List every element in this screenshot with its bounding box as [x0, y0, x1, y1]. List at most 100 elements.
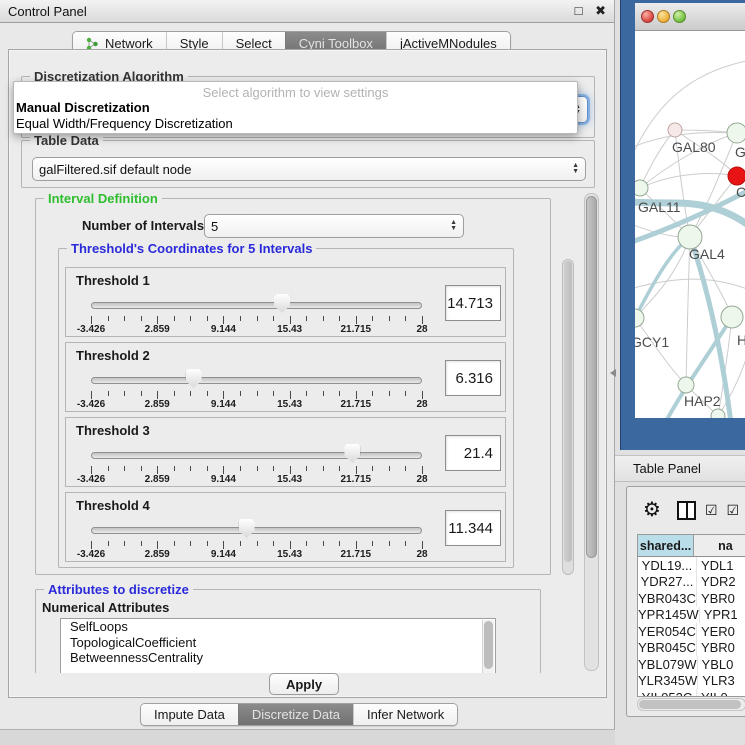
column-header-shared[interactable]: shared... [638, 535, 694, 556]
tick-mark [405, 391, 406, 396]
column-header-name[interactable]: na [694, 535, 745, 556]
tick-label: 15.43 [277, 474, 302, 485]
threshold-4-value-field[interactable]: 11.344 [445, 510, 501, 546]
threshold-1-value-field[interactable]: 14.713 [445, 285, 501, 321]
tick-label: 28 [416, 324, 427, 335]
stepper-icon: ▲▼ [450, 220, 457, 232]
split-pane-collapse-icon[interactable] [610, 369, 616, 377]
threshold-1-slider[interactable] [91, 302, 422, 309]
tick-mark [323, 391, 324, 396]
tab-impute-data[interactable]: Impute Data [141, 704, 238, 725]
threshold-3-slider-thumb[interactable] [344, 444, 360, 463]
table-row[interactable]: YBR045CYBR0 [638, 640, 745, 657]
threshold-4-slider[interactable] [91, 527, 422, 534]
threshold-2-value-field[interactable]: 6.316 [445, 360, 501, 396]
tick-mark [273, 466, 274, 471]
network-node-gcy1[interactable] [635, 309, 644, 327]
threshold-label: Threshold 3 [76, 423, 150, 438]
network-node-hap2[interactable] [678, 377, 694, 393]
tick-mark [157, 391, 158, 399]
tick-label: -3.426 [77, 549, 105, 560]
float-window-icon[interactable]: □ [575, 3, 583, 18]
cell-name: YBL0 [698, 656, 745, 673]
network-canvas[interactable]: GAL80GAGAL11CGAL4GCY1HHAP2 [635, 31, 745, 418]
minimize-traffic-light-icon[interactable] [657, 10, 670, 23]
network-node-label: GAL80 [672, 139, 716, 155]
tick-mark [223, 466, 224, 474]
node-table: shared... na YDL19...YDL1YDR27...YDR2YBR… [637, 534, 745, 697]
thresholds-scrollbar[interactable] [562, 259, 574, 575]
network-titlebar[interactable] [635, 3, 745, 31]
table-row[interactable]: YPR145WYPR1 [638, 607, 745, 624]
attribute-list-item[interactable]: TopologicalCoefficient [61, 635, 495, 651]
threshold-3-value-field[interactable]: 21.4 [445, 435, 501, 471]
threshold-4-slider-thumb[interactable] [239, 519, 255, 538]
table-row[interactable]: YER054CYER0 [638, 623, 745, 640]
attributes-list-scrollbar[interactable] [482, 620, 494, 673]
threshold-2-slider[interactable] [91, 377, 422, 384]
checkbox-checked-icon[interactable]: ☑ [705, 502, 718, 519]
table-data-combobox[interactable]: galFiltered.sif default node ▲▼ [32, 157, 586, 181]
threshold-cards: Threshold 1-3.4262.8599.14415.4321.71528… [65, 267, 506, 567]
tick-mark [223, 391, 224, 399]
network-node-gal11[interactable] [635, 180, 648, 196]
gear-icon[interactable]: ⚙ [643, 500, 661, 520]
tick-mark [124, 391, 125, 396]
tab-label: Impute Data [154, 707, 225, 722]
settings-vertical-scrollbar[interactable] [584, 193, 599, 671]
popup-option-manual-discretization[interactable]: Manual Discretization [14, 100, 577, 116]
tick-mark [124, 466, 125, 471]
tick-mark [356, 391, 357, 399]
zoom-traffic-light-icon[interactable] [673, 10, 686, 23]
network-node-gal80[interactable] [668, 123, 682, 137]
attribute-list-item[interactable]: SelfLoops [61, 619, 495, 635]
table-row[interactable]: YDL19...YDL1 [638, 557, 745, 574]
tick-label: -3.426 [77, 324, 105, 335]
apply-button[interactable]: Apply [269, 673, 339, 695]
threshold-label: Threshold 4 [76, 498, 150, 513]
table-header-row: shared... na [638, 535, 745, 557]
cell-shared-name: YDR27... [638, 574, 697, 591]
threshold-label: Threshold 2 [76, 348, 150, 363]
network-node-c[interactable] [728, 167, 745, 185]
table-horizontal-scrollbar[interactable] [637, 698, 745, 711]
close-traffic-light-icon[interactable] [641, 10, 654, 23]
threshold-1-slider-thumb[interactable] [274, 294, 290, 313]
table-panel-toolbar: ⚙ ☑ ☑ [627, 487, 745, 533]
network-node-ga[interactable] [727, 123, 745, 143]
tick-label: -3.426 [77, 399, 105, 410]
tick-mark [141, 541, 142, 546]
tick-label: 15.43 [277, 549, 302, 560]
network-node-h[interactable] [721, 306, 743, 328]
checkbox-checked-icon[interactable]: ☑ [727, 502, 740, 519]
tick-mark [108, 391, 109, 396]
network-node[interactable] [711, 409, 725, 418]
threshold-3-slider[interactable] [91, 452, 422, 459]
tick-mark [389, 316, 390, 321]
tick-mark [174, 541, 175, 546]
tick-mark [108, 316, 109, 321]
tab-discretize-data[interactable]: Discretize Data [238, 704, 353, 725]
table-row[interactable]: YLR345WYLR3 [638, 673, 745, 690]
tick-mark [323, 466, 324, 471]
tick-mark [207, 541, 208, 546]
tick-label: 21.715 [341, 399, 372, 410]
popup-option-equal-width-frequency-discretization[interactable]: Equal Width/Frequency Discretization [14, 116, 577, 132]
tick-mark [306, 466, 307, 471]
num-intervals-combobox[interactable]: 5 ▲▼ [204, 214, 464, 238]
tick-mark [141, 316, 142, 321]
close-window-icon[interactable]: ✖ [595, 3, 606, 18]
tick-mark [207, 316, 208, 321]
table-row[interactable]: YIL052CYIL0 [638, 689, 745, 697]
table-row[interactable]: YDR27...YDR2 [638, 574, 745, 591]
threshold-2-slider-thumb[interactable] [186, 369, 202, 388]
bottom-strip [0, 729, 615, 745]
table-row[interactable]: YBL079WYBL0 [638, 656, 745, 673]
table-row[interactable]: YBR043CYBR0 [638, 590, 745, 607]
columns-icon[interactable] [677, 501, 696, 520]
num-intervals-label: Number of Intervals [82, 218, 204, 233]
tab-infer-network[interactable]: Infer Network [353, 704, 457, 725]
tick-mark [339, 466, 340, 471]
tick-mark [240, 316, 241, 321]
attribute-list-item[interactable]: BetweennessCentrality [61, 650, 495, 666]
